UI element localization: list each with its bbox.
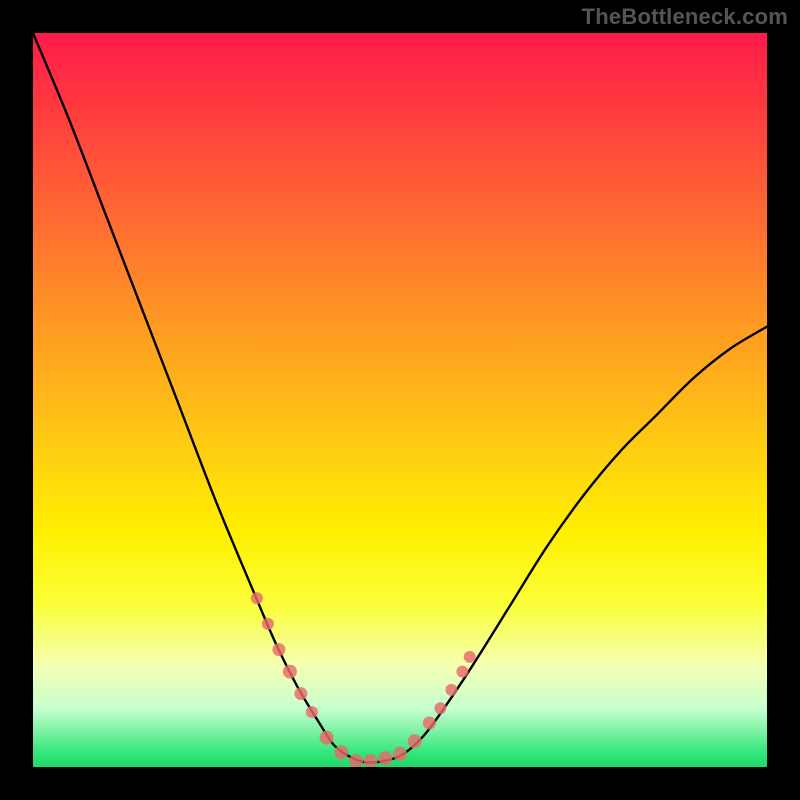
highlight-dot (272, 643, 285, 656)
highlight-dot (320, 731, 334, 745)
highlight-dot (378, 751, 392, 765)
highlight-dot (393, 747, 407, 761)
highlight-dot (251, 592, 263, 604)
highlight-dot (306, 706, 318, 718)
plot-area (33, 33, 767, 767)
highlight-dot (456, 666, 468, 678)
highlight-dots (251, 592, 476, 767)
bottleneck-curve (33, 33, 767, 763)
watermark-text: TheBottleneck.com (582, 4, 788, 30)
highlight-dot (364, 754, 378, 767)
highlight-dot (283, 665, 297, 679)
chart-frame: TheBottleneck.com (0, 0, 800, 800)
curve-layer (33, 33, 767, 767)
highlight-dot (334, 745, 348, 759)
highlight-dot (434, 702, 446, 714)
highlight-dot (464, 651, 476, 663)
highlight-dot (408, 734, 422, 748)
highlight-dot (445, 684, 457, 696)
highlight-dot (294, 687, 307, 700)
highlight-dot (423, 717, 436, 730)
highlight-dot (262, 618, 274, 630)
